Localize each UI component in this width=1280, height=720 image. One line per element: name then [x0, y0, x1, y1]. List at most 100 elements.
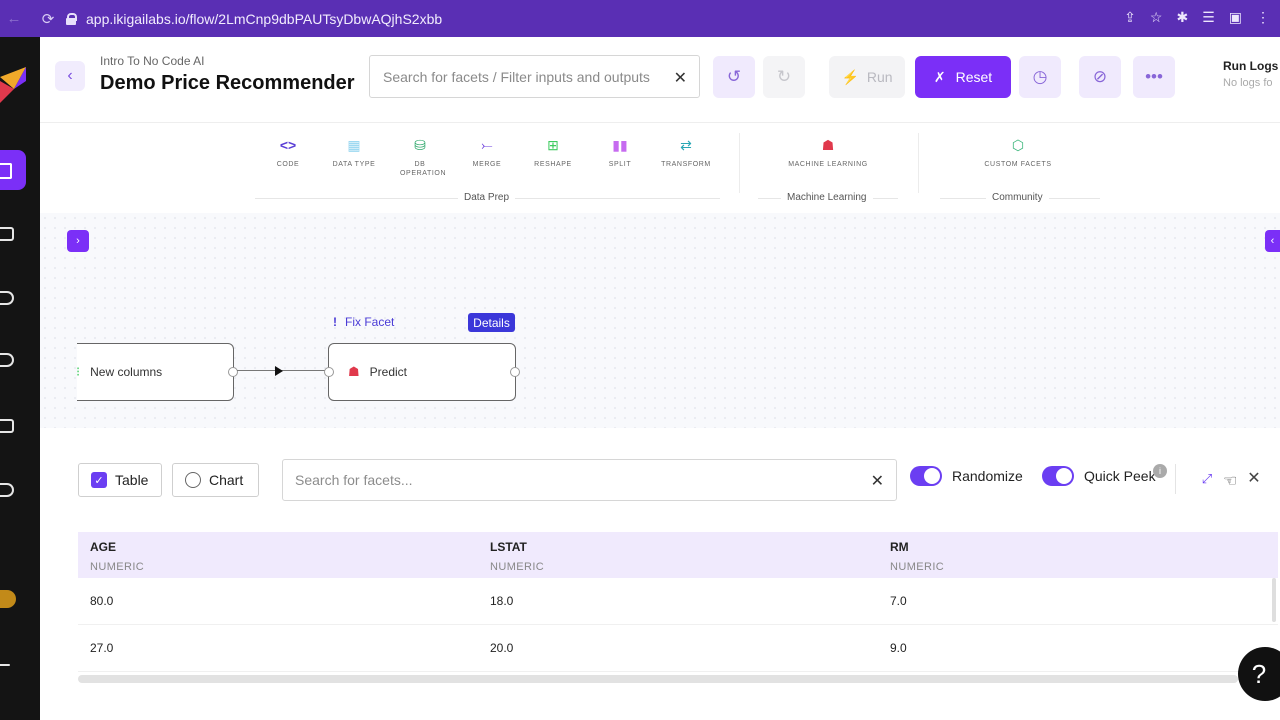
- split-icon: ▮▮: [612, 136, 628, 153]
- toggle-switch[interactable]: [1042, 466, 1074, 486]
- warning-icon: !: [333, 315, 337, 329]
- logout-icon[interactable]: [0, 664, 10, 666]
- horizontal-scrollbar[interactable]: [78, 675, 1238, 683]
- facet-db-operation[interactable]: ⛁ DB OPERATION: [391, 128, 449, 180]
- expand-icon[interactable]: ⤢: [1198, 470, 1216, 488]
- quick-peek-label: Quick Peek: [1084, 468, 1156, 484]
- node-label: New columns: [90, 365, 163, 379]
- share-icon[interactable]: ⇪: [1124, 9, 1136, 26]
- cube-icon: ⬡: [1011, 136, 1025, 153]
- redo-icon: ↻: [776, 67, 792, 86]
- breadcrumb[interactable]: Intro To No Code AI: [100, 54, 205, 68]
- run-button[interactable]: ⚡ Run: [829, 56, 905, 98]
- page-title: Demo Price Recommender: [100, 72, 355, 94]
- details-button[interactable]: Details: [468, 313, 515, 332]
- user-avatar[interactable]: [0, 590, 16, 608]
- table-view-toggle[interactable]: ✓ Table: [78, 463, 162, 497]
- side-panel-icon[interactable]: ▣: [1229, 9, 1242, 26]
- column-name: AGE: [90, 540, 117, 554]
- rail-item-flows[interactable]: [0, 150, 26, 190]
- quick-peek-toggle[interactable]: Quick Peek: [1042, 466, 1156, 486]
- code-icon: <>: [279, 137, 297, 153]
- facet-split[interactable]: ▮▮ SPLIT: [591, 128, 649, 180]
- facet-label: CUSTOM FACETS: [984, 161, 1052, 168]
- column-header-age[interactable]: AGE NUMERIC: [90, 540, 144, 573]
- table-cell: 27.0: [90, 641, 114, 655]
- address-bar[interactable]: app.ikigailabs.io/flow/2LmCnp9dbPAUTsyDb…: [66, 6, 1116, 31]
- facet-custom-facets[interactable]: ⬡ CUSTOM FACETS: [958, 128, 1078, 180]
- star-icon[interactable]: ☆: [1150, 9, 1163, 26]
- left-rail: [0, 37, 40, 720]
- toggle-switch[interactable]: [910, 466, 942, 486]
- expand-left-panel-button[interactable]: ›: [67, 230, 89, 252]
- column-name: RM: [890, 540, 909, 554]
- output-port[interactable]: [228, 367, 238, 377]
- facet-machine-learning[interactable]: ☗ MACHINE LEARNING: [768, 128, 888, 180]
- radio-icon: [185, 472, 201, 488]
- divider: [1175, 464, 1176, 494]
- reset-button[interactable]: ✗ Reset: [915, 56, 1011, 98]
- column-header-rm[interactable]: RM NUMERIC: [890, 540, 944, 573]
- cart-icon[interactable]: [0, 419, 14, 433]
- browser-back-button[interactable]: ←: [2, 10, 26, 27]
- more-options-button[interactable]: •••: [1133, 56, 1175, 98]
- redo-button[interactable]: ↻: [763, 56, 805, 98]
- nodes-icon[interactable]: [0, 353, 14, 367]
- group-label-community: Community: [986, 192, 1049, 203]
- facet-search[interactable]: ✕: [282, 459, 897, 501]
- column-header-lstat[interactable]: LSTAT NUMERIC: [490, 540, 544, 573]
- data-table: AGE NUMERIC LSTAT NUMERIC RM NUMERIC 80.…: [78, 532, 1278, 672]
- facet-label: MERGE: [472, 161, 502, 168]
- database-icon: ⛁: [414, 136, 426, 153]
- close-panel-icon[interactable]: ✕: [1245, 469, 1263, 487]
- help-circle-icon[interactable]: [0, 483, 14, 497]
- facet-data-type[interactable]: ▦ DATA TYPE: [325, 128, 383, 180]
- clear-search-icon[interactable]: ✕: [674, 68, 687, 88]
- facet-label: DATA TYPE: [332, 161, 376, 168]
- randomize-toggle[interactable]: Randomize: [910, 466, 1023, 486]
- facet-reshape[interactable]: ⊞ RESHAPE: [524, 128, 582, 180]
- facet-transform[interactable]: ⇄ TRANSFORM: [657, 128, 715, 180]
- flow-canvas[interactable]: › ‹ ⁝ New columns ! Fix Facet Details ☗ P…: [40, 213, 1280, 428]
- menu-icon[interactable]: ⋮: [1256, 9, 1270, 26]
- run-logs-status: No logs fo: [1223, 77, 1273, 89]
- more-icon: •••: [1145, 67, 1163, 86]
- extensions-icon[interactable]: ✱: [1176, 9, 1188, 26]
- expand-right-panel-button[interactable]: ‹: [1265, 230, 1280, 252]
- browser-toolbar: ← ⟳ app.ikigailabs.io/flow/2LmCnp9dbPAUT…: [0, 0, 1280, 37]
- schedule-button[interactable]: ◷: [1019, 56, 1061, 98]
- chart-view-toggle[interactable]: Chart: [172, 463, 259, 497]
- info-icon[interactable]: i: [1153, 464, 1167, 478]
- bolt-off-icon: ✗: [933, 68, 946, 85]
- facet-merge[interactable]: ⤚ MERGE: [458, 128, 516, 180]
- back-button[interactable]: ‹: [55, 61, 85, 91]
- url-text: app.ikigailabs.io/flow/2LmCnp9dbPAUTsyDb…: [86, 10, 443, 27]
- app-logo-icon: [0, 67, 26, 103]
- cube-icon[interactable]: [0, 291, 14, 305]
- clock-icon: ◷: [1032, 67, 1048, 86]
- merge-icon: ⤚: [481, 136, 493, 153]
- input-port[interactable]: [324, 367, 334, 377]
- chevron-left-icon: ‹: [1270, 235, 1275, 247]
- facet-label: TRANSFORM: [661, 161, 711, 168]
- output-port[interactable]: [510, 367, 520, 377]
- vertical-scrollbar[interactable]: [1272, 578, 1276, 622]
- reset-label: Reset: [955, 69, 993, 85]
- share-link-button[interactable]: ⊘: [1079, 56, 1121, 98]
- fix-facet-link[interactable]: ! Fix Facet: [333, 315, 394, 329]
- run-logs[interactable]: Run Logs No logs fo: [1223, 59, 1280, 89]
- calendar-icon[interactable]: [0, 227, 14, 241]
- facet-filter-search[interactable]: ✕: [369, 55, 700, 98]
- facet-code[interactable]: <> CODE: [259, 128, 317, 180]
- chevron-left-icon: ‹: [67, 67, 73, 84]
- undo-button[interactable]: ↺: [713, 56, 755, 98]
- clear-search-icon[interactable]: ✕: [871, 471, 884, 491]
- facet-search-input[interactable]: [295, 472, 855, 488]
- grid-icon: ▦: [347, 136, 361, 153]
- node-icon: ⁝: [76, 364, 81, 379]
- reading-list-icon[interactable]: ☰: [1202, 9, 1215, 26]
- browser-reload-button[interactable]: ⟳: [36, 10, 60, 28]
- facet-filter-input[interactable]: [383, 68, 663, 85]
- node-new-columns[interactable]: ⁝ New columns: [76, 343, 238, 401]
- node-predict[interactable]: ☗ Predict: [324, 343, 520, 401]
